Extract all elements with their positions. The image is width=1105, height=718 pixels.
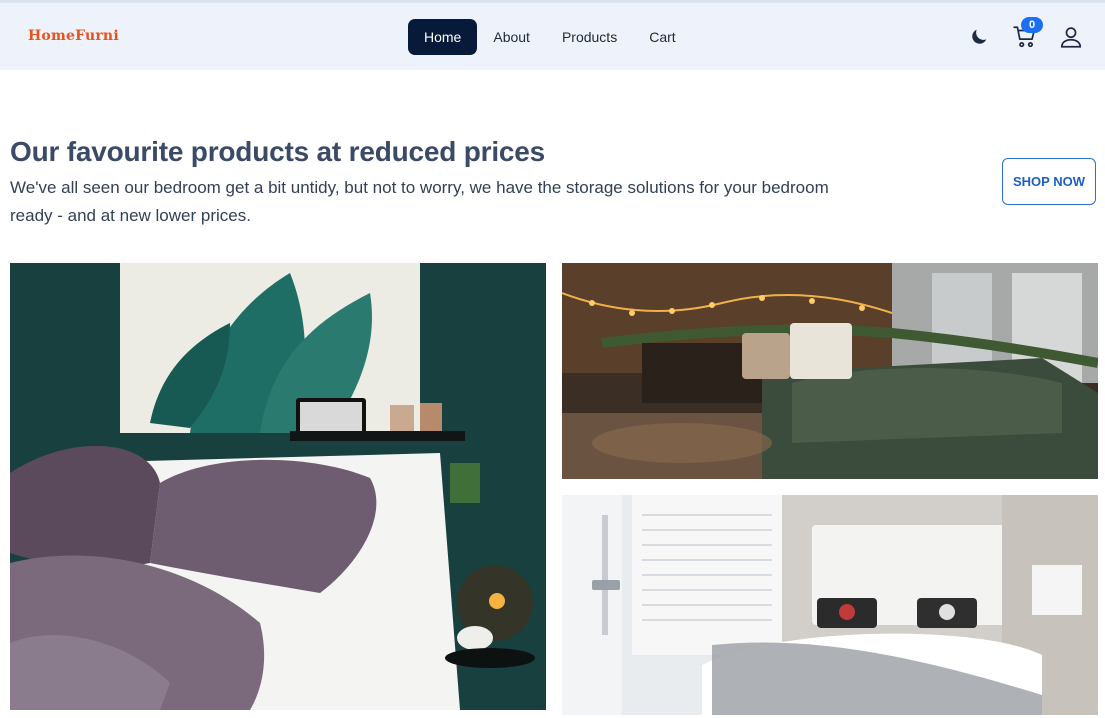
nav-link-home[interactable]: Home — [408, 19, 478, 55]
cart-button[interactable]: 0 — [1009, 17, 1043, 53]
header-actions: 0 — [963, 17, 1087, 53]
user-icon — [1060, 27, 1082, 48]
user-account-button[interactable] — [1055, 21, 1087, 53]
theme-toggle-button[interactable] — [963, 21, 995, 53]
cart-count-badge: 0 — [1021, 17, 1043, 33]
hero-description: We've all seen our bedroom get a bit unt… — [10, 178, 829, 225]
moon-icon — [972, 29, 987, 44]
navbar: HomeFurni Home About Products Cart 0 — [0, 3, 1105, 70]
nav-link-about[interactable]: About — [477, 19, 546, 55]
brand-logo[interactable]: HomeFurni — [28, 28, 119, 44]
page-title: Our favourite products at reduced prices — [10, 136, 546, 167]
main-nav: Home About Products Cart — [408, 19, 692, 55]
bedroom-photo-white-room — [562, 495, 1098, 715]
bedroom-photo-dark-green-wall — [10, 263, 546, 710]
shop-now-button[interactable]: SHOP NOW — [1002, 158, 1096, 205]
nav-link-products[interactable]: Products — [546, 19, 633, 55]
bedroom-photo-string-lights — [562, 263, 1098, 479]
nav-link-cart[interactable]: Cart — [633, 19, 691, 55]
